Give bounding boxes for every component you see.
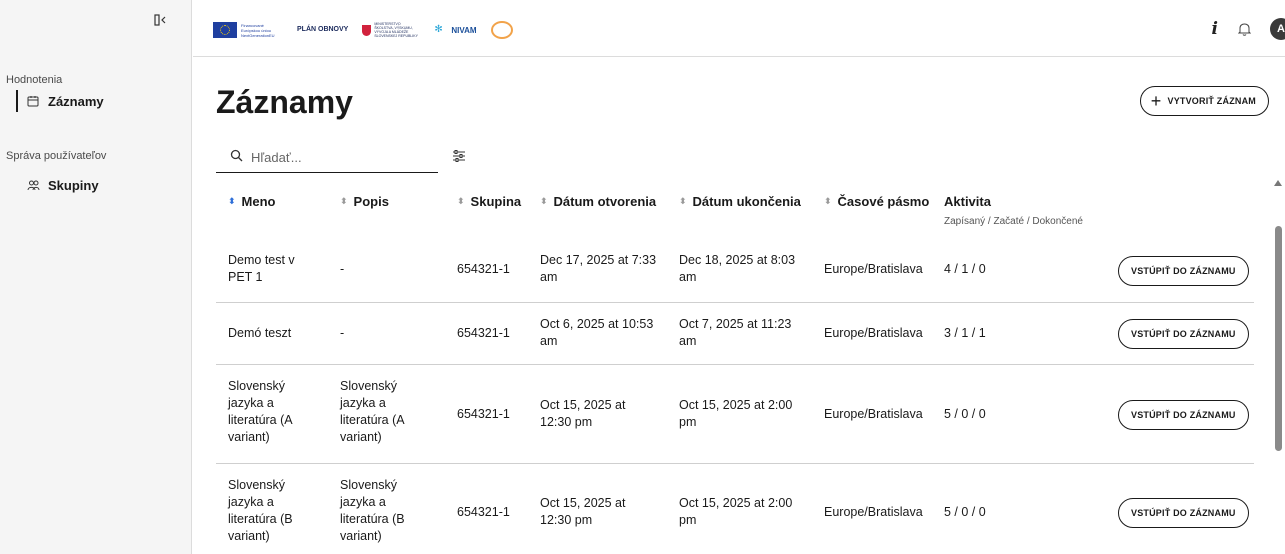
eu-logo: Financované Európskou úniou NextGenerati… — [213, 22, 283, 38]
cell-timezone: Europe/Bratislava — [824, 326, 923, 340]
enter-record-button[interactable]: VSTÚPIŤ DO ZÁZNAMU — [1118, 256, 1249, 286]
column-header-skupina[interactable]: ⬍ Skupina — [457, 194, 521, 209]
sidebar: Hodnotenia Záznamy Správa používateľov S… — [0, 0, 192, 554]
cell-group: 654321-1 — [457, 407, 510, 421]
activity-subheader: Zapísaný / Začaté / Dokončené — [944, 216, 1083, 227]
cell-timezone: Europe/Bratislava — [824, 262, 923, 276]
cell-close-date: Oct 15, 2025 at 2:00 pm — [679, 496, 793, 527]
cell-name: Slovenský jazyka a literatúra (A variant… — [228, 379, 292, 444]
cell-close-date: Dec 18, 2025 at 8:03 am — [679, 253, 796, 284]
cell-activity: 3 / 1 / 1 — [944, 326, 986, 340]
bell-icon[interactable] — [1236, 21, 1252, 37]
sidebar-item-label: Záznamy — [48, 93, 104, 109]
plan-obnovy-logo: PLÁN OBNOVY — [297, 26, 349, 33]
cell-description: Slovenský jazyka a literatúra (A variant… — [340, 379, 404, 444]
filter-settings-icon[interactable] — [452, 149, 466, 163]
column-header-datum-otvorenia[interactable]: ⬍ Dátum otvorenia — [540, 194, 656, 209]
cell-open-date: Oct 6, 2025 at 10:53 am — [540, 317, 654, 348]
cell-close-date: Oct 15, 2025 at 2:00 pm — [679, 398, 793, 429]
cell-open-date: Oct 15, 2025 at 12:30 pm — [540, 398, 626, 429]
table-row: Demo test v PET 1 - 654321-1 Dec 17, 202… — [216, 238, 1254, 303]
cell-group: 654321-1 — [457, 326, 510, 340]
search-input[interactable] — [251, 150, 421, 165]
cell-description: Slovenský jazyka a literatúra (B variant… — [340, 478, 405, 543]
sort-icon: ⬍ — [340, 196, 348, 206]
enter-record-button[interactable]: VSTÚPIŤ DO ZÁZNAMU — [1118, 400, 1249, 430]
nivam-logo: ✻ NIVAM — [434, 24, 477, 35]
table-row: Slovenský jazyka a literatúra (A variant… — [216, 365, 1254, 464]
scroll-up-arrow-icon[interactable] — [1274, 180, 1282, 186]
records-table: ⬍ Meno ⬍ Popis ⬍ Skupina ⬍ Dátum otvorenia ⬍… — [216, 182, 1254, 554]
column-header-popis[interactable]: ⬍ Popis — [340, 194, 389, 209]
sort-icon: ⬍ — [824, 196, 832, 206]
ministry-logo: MINISTERSTVO ŠKOLSTVA, VÝSKUMU, VÝVOJA A… — [362, 22, 420, 38]
cell-name: Demó teszt — [228, 326, 292, 340]
cell-activity: 5 / 0 / 0 — [944, 505, 986, 519]
calendar-icon — [26, 94, 40, 108]
enter-record-button[interactable]: VSTÚPIŤ DO ZÁZNAMU — [1118, 498, 1249, 528]
sidebar-item-zaznamy[interactable]: Záznamy — [16, 90, 104, 112]
avatar[interactable]: A — [1270, 17, 1285, 40]
sidebar-group-title: Správa používateľov — [6, 150, 107, 162]
column-header-casove-pasmo[interactable]: ⬍ Časové pásmo — [824, 194, 929, 209]
cell-open-date: Dec 17, 2025 at 7:33 am — [540, 253, 657, 284]
cell-description: - — [340, 262, 345, 276]
cell-name: Demo test v PET 1 — [228, 253, 295, 284]
table-header: ⬍ Meno ⬍ Popis ⬍ Skupina ⬍ Dátum otvorenia ⬍… — [216, 182, 1254, 238]
top-bar: Financované Európskou úniou NextGenerati… — [193, 0, 1285, 57]
cell-name: Slovenský jazyka a literatúra (B variant… — [228, 478, 293, 543]
plus-icon: + — [1150, 91, 1162, 111]
top-right-actions: i A — [1212, 0, 1285, 57]
users-icon — [26, 178, 40, 192]
table-row: Slovenský jazyka a literatúra (B variant… — [216, 464, 1254, 554]
partner-logos: Financované Európskou úniou NextGenerati… — [213, 21, 513, 39]
cell-group: 654321-1 — [457, 505, 510, 519]
column-header-aktivita: Aktivita — [944, 194, 991, 209]
sort-icon: ⬍ — [228, 196, 236, 206]
sidebar-group-title: Hodnotenia — [6, 74, 63, 86]
cell-timezone: Europe/Bratislava — [824, 505, 923, 519]
cell-open-date: Oct 15, 2025 at 12:30 pm — [540, 496, 626, 527]
page-title: Záznamy — [216, 84, 353, 120]
cell-activity: 5 / 0 / 0 — [944, 407, 986, 421]
sidebar-item-skupiny[interactable]: Skupiny — [26, 174, 99, 196]
sort-icon: ⬍ — [679, 196, 687, 206]
cell-timezone: Europe/Bratislava — [824, 407, 923, 421]
info-icon[interactable]: i — [1212, 19, 1218, 39]
sort-icon: ⬍ — [457, 196, 465, 206]
enter-record-button[interactable]: VSTÚPIŤ DO ZÁZNAMU — [1118, 319, 1249, 349]
cell-close-date: Oct 7, 2025 at 11:23 am — [679, 317, 792, 348]
cell-description: - — [340, 326, 345, 340]
cell-group: 654321-1 — [457, 262, 510, 276]
nivam-mark-icon: ✻ — [434, 24, 443, 35]
sidebar-item-label: Skupiny — [48, 177, 99, 193]
column-header-datum-ukoncenia[interactable]: ⬍ Dátum ukončenia — [679, 194, 801, 209]
eu-flag-icon — [213, 22, 237, 38]
sort-icon: ⬍ — [540, 196, 548, 206]
scrollbar-thumb[interactable] — [1275, 226, 1282, 451]
create-record-button[interactable]: + VYTVORIŤ ZÁZNAM — [1139, 86, 1269, 116]
table-row: Demó teszt - 654321-1 Oct 6, 2025 at 10:… — [216, 303, 1254, 365]
shield-icon — [362, 24, 372, 36]
collapse-sidebar-icon[interactable] — [151, 10, 171, 30]
search-field — [216, 143, 438, 173]
search-icon — [230, 149, 243, 167]
round-logo — [490, 21, 513, 39]
column-header-meno[interactable]: ⬍ Meno — [228, 194, 276, 209]
cell-activity: 4 / 1 / 0 — [944, 262, 986, 276]
